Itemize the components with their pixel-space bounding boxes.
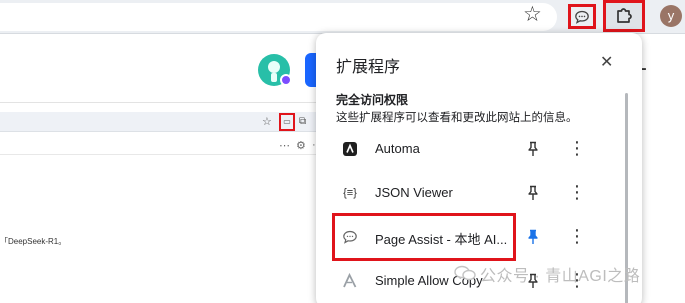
close-icon[interactable]: ✕ — [600, 52, 613, 72]
embedded-more-icon: ⋯ — [279, 140, 290, 152]
pin-icon[interactable] — [523, 137, 543, 161]
puzzle-icon — [617, 8, 632, 23]
json-viewer-icon: {≡} — [343, 187, 357, 199]
automa-icon — [341, 140, 359, 158]
page-assist-highlight — [332, 213, 516, 261]
embedded-toolbar — [0, 112, 320, 132]
embedded-chat-highlight: ▭ — [279, 113, 295, 131]
section-description: 这些扩展程序可以查看和更改此网站上的信息。 — [336, 112, 578, 124]
extension-name: JSON Viewer — [375, 185, 453, 200]
more-options-icon[interactable]: ⋮ — [568, 226, 586, 248]
divider — [0, 154, 320, 155]
pin-icon[interactable] — [523, 181, 543, 205]
status-dot — [280, 74, 292, 86]
embedded-puzzle-icon: ⧉ — [299, 116, 307, 127]
address-bar[interactable] — [0, 3, 557, 31]
divider — [0, 102, 320, 103]
bookmark-star-icon[interactable]: ☆ — [523, 3, 542, 27]
simple-allow-copy-icon — [341, 272, 359, 290]
embedded-gear-icon: ⚙ — [296, 140, 306, 152]
watermark: 公众号 · 青山AGI之路 — [480, 268, 641, 285]
chat-bubble-icon — [575, 10, 589, 24]
page-assist-toolbar-button[interactable] — [568, 4, 596, 29]
extension-row-json-viewer[interactable]: {≡} JSON Viewer ⋮ — [316, 172, 622, 216]
profile-avatar[interactable]: y — [660, 5, 682, 27]
popup-title: 扩展程序 — [336, 59, 401, 76]
wechat-icon — [454, 265, 476, 281]
more-options-icon[interactable]: ⋮ — [568, 182, 586, 204]
browser-toolbar: ☆ y — [0, 0, 685, 34]
pinned-icon[interactable] — [523, 225, 543, 249]
embedded-star-icon: ☆ — [262, 116, 272, 128]
extension-row-automa[interactable]: Automa ⋮ — [316, 128, 622, 172]
extension-name: Automa — [375, 141, 420, 156]
section-title: 完全访问权限 — [336, 93, 409, 107]
page-text-snippet: 「DeepSeek-R1。 — [0, 237, 67, 246]
extensions-menu-button[interactable] — [603, 0, 645, 32]
more-options-icon[interactable]: ⋮ — [568, 138, 586, 160]
